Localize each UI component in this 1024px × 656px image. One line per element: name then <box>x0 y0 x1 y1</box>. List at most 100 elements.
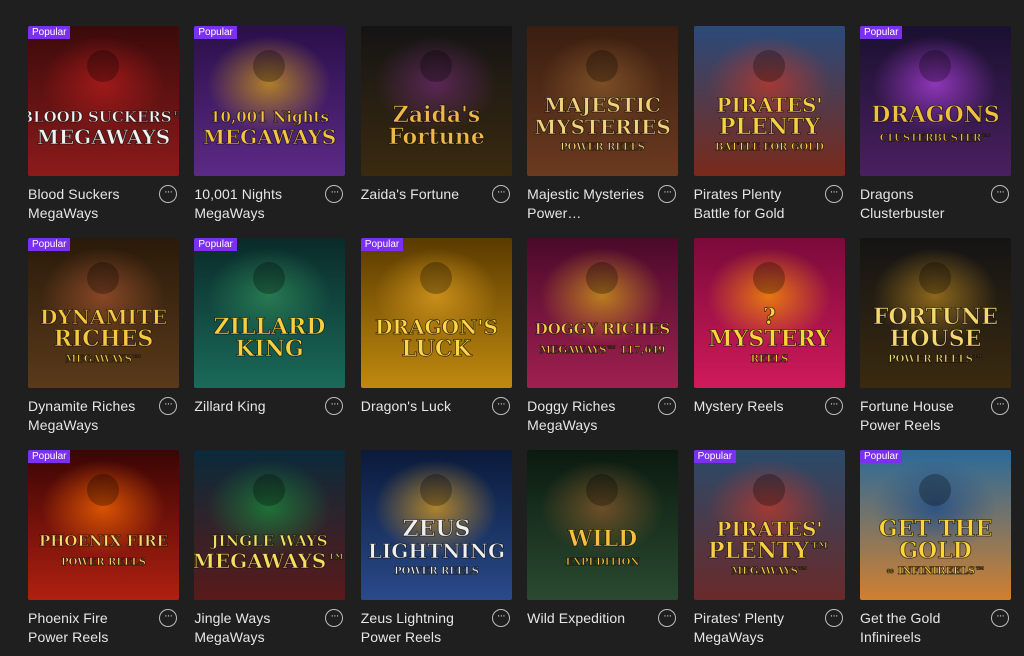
game-thumbnail[interactable]: BLOOD SUCKERS™ MEGAWAYS Popular <box>28 26 179 176</box>
logo-text: DRAGONS <box>871 102 999 128</box>
game-title[interactable]: Pirates' Plenty MegaWays <box>694 609 814 647</box>
game-card[interactable]: MAJESTIC MYSTERIES POWER REELS Majestic Mys… <box>527 26 679 238</box>
game-artwork: PIRATES'PLENTYBATTLE FOR GOLD <box>693 26 845 176</box>
game-title[interactable]: Zeus Lightning Power Reels <box>361 609 481 647</box>
game-title[interactable]: Majestic Mysteries Power… <box>527 185 647 223</box>
more-options-icon[interactable]: ··· <box>491 185 510 203</box>
game-thumbnail[interactable]: ZILLARD KING Popular <box>194 238 346 388</box>
more-options-icon[interactable]: ··· <box>325 609 344 627</box>
logo-text: EXPEDITION <box>566 557 640 568</box>
game-card[interactable]: GET THE GOLD ∞ INFINIREELS™ Popular Get the … <box>859 450 1011 656</box>
game-title[interactable]: Dragons Clusterbuster <box>860 185 980 223</box>
game-thumbnail[interactable]: DOGGY RICHES MEGAWAYS™ 117,649 <box>527 238 679 388</box>
more-options-icon[interactable]: ··· <box>824 185 843 203</box>
logo-text: BATTLE FOR GOLD <box>715 142 824 153</box>
game-thumbnail[interactable]: WILD EXPEDITION <box>527 450 679 600</box>
game-title[interactable]: Get the Gold Infinireels <box>860 609 980 647</box>
game-thumbnail[interactable]: FORTUNE HOUSE POWER REELS™ <box>859 238 1011 388</box>
game-thumbnail[interactable]: DRAGONS CLUSTERBUSTER™ Popular <box>859 26 1011 176</box>
logo-text: MEGAWAYS <box>203 125 336 149</box>
game-card[interactable]: ZEUS LIGHTNING POWER REELS Zeus Lightning P… <box>360 450 512 656</box>
game-title[interactable]: Dragon's Luck <box>361 397 481 416</box>
game-card[interactable]: DYNAMITE RICHES MEGAWAYS™ Popular Dynamite R… <box>28 238 179 450</box>
more-options-icon[interactable]: ··· <box>159 185 177 203</box>
logo-text: DOGGY RICHES <box>535 320 670 338</box>
artwork-character <box>419 262 452 294</box>
logo-text: GOLD <box>899 538 972 564</box>
game-card[interactable]: DRAGONS CLUSTERBUSTER™ Popular Dragons Clus… <box>859 26 1011 238</box>
logo-text: MYSTERIES <box>534 115 671 139</box>
game-title[interactable]: Doggy Riches MegaWays <box>527 397 647 435</box>
artwork-character <box>419 50 452 82</box>
game-card[interactable]: BLOOD SUCKERS™ MEGAWAYS Popular Blood Sucke… <box>28 26 179 238</box>
game-card[interactable]: DOGGY RICHES MEGAWAYS™ 117,649 Doggy Riche… <box>527 238 679 450</box>
logo-text: MEGAWAYS™ <box>65 354 142 365</box>
more-options-icon[interactable]: ··· <box>159 397 177 415</box>
logo-text: MEGAWAYS™ 117,649 <box>540 345 665 356</box>
game-card[interactable]: PHOENIX FIRE POWER REELS Popular Phoenix Fi… <box>28 450 179 656</box>
game-thumbnail[interactable]: PIRATES' PLENTY BATTLE FOR GOLD <box>693 26 845 176</box>
more-options-icon[interactable]: ··· <box>824 397 843 415</box>
logo-text: POWER REELS™ <box>888 354 983 365</box>
more-options-icon[interactable]: ··· <box>325 397 344 415</box>
game-artwork: JINGLE WAYSMEGAWAYS™ <box>194 450 346 600</box>
more-options-icon[interactable]: ··· <box>491 397 510 415</box>
game-thumbnail[interactable]: MAJESTIC MYSTERIES POWER REELS <box>527 26 679 176</box>
game-title[interactable]: Dynamite Riches MegaWays <box>28 397 148 435</box>
artwork-character <box>87 262 119 294</box>
game-thumbnail[interactable]: PIRATES' PLENTY™ MEGAWAYS™ Popular <box>693 450 845 600</box>
game-card[interactable]: 10,001 Nights MEGAWAYS Popular 10,001 Night… <box>194 26 346 238</box>
game-title[interactable]: 10,001 Nights MegaWays <box>194 185 314 223</box>
game-title[interactable]: Zillard King <box>194 397 314 416</box>
popular-badge: Popular <box>360 238 404 251</box>
game-title[interactable]: Fortune House Power Reels <box>860 397 980 435</box>
game-artwork: DOGGY RICHES MEGAWAYS™ 117,649 <box>527 238 679 388</box>
game-title[interactable]: Zaida's Fortune <box>361 185 481 204</box>
logo-text: MEGAWAYS™ <box>194 549 345 573</box>
game-title[interactable]: Wild Expedition <box>527 609 647 628</box>
more-options-icon[interactable]: ··· <box>990 397 1009 415</box>
game-thumbnail[interactable]: PHOENIX FIRE POWER REELS Popular <box>28 450 179 600</box>
game-title[interactable]: Jingle Ways MegaWays <box>194 609 314 647</box>
game-card[interactable]: PIRATES' PLENTY BATTLE FOR GOLD Pirates Ple… <box>693 26 845 238</box>
game-title[interactable]: Mystery Reels <box>694 397 814 416</box>
game-thumbnail[interactable]: ? MYSTERY REELS <box>693 238 845 388</box>
more-options-icon[interactable]: ··· <box>658 185 677 203</box>
more-options-icon[interactable]: ··· <box>159 609 177 627</box>
game-card[interactable]: DRAGON'S LUCK Popular Dragon's Luck ··· <box>360 238 512 450</box>
game-thumbnail[interactable]: Zaida's Fortune <box>360 26 512 176</box>
game-thumbnail[interactable]: JINGLE WAYS MEGAWAYS™ <box>194 450 346 600</box>
game-card[interactable]: FORTUNE HOUSE POWER REELS™ Fortune House Po… <box>859 238 1011 450</box>
game-card[interactable]: PIRATES' PLENTY™ MEGAWAYS™ Popular Pirates' … <box>693 450 845 656</box>
more-options-icon[interactable]: ··· <box>325 185 344 203</box>
game-thumbnail[interactable]: ZEUS LIGHTNING POWER REELS <box>360 450 512 600</box>
game-artwork: DRAGONS CLUSTERBUSTER™ <box>859 26 1011 176</box>
game-title[interactable]: Pirates Plenty Battle for Gold <box>694 185 814 223</box>
game-title[interactable]: Phoenix Fire Power Reels <box>28 609 148 647</box>
more-options-icon[interactable]: ··· <box>990 185 1009 203</box>
artwork-character <box>586 50 619 82</box>
more-options-icon[interactable]: ··· <box>658 397 677 415</box>
game-card[interactable]: ? MYSTERY REELS Mystery Reels ··· <box>693 238 845 450</box>
artwork-character <box>752 262 785 294</box>
popular-badge: Popular <box>28 26 71 39</box>
more-options-icon[interactable]: ··· <box>491 609 510 627</box>
artwork-character <box>586 262 619 294</box>
popular-badge: Popular <box>859 450 903 463</box>
more-options-icon[interactable]: ··· <box>990 609 1009 627</box>
game-thumbnail[interactable]: 10,001 Nights MEGAWAYS Popular <box>194 26 346 176</box>
game-card[interactable]: JINGLE WAYS MEGAWAYS™ Jingle Ways MegaWays… <box>194 450 346 656</box>
more-options-icon[interactable]: ··· <box>824 609 843 627</box>
game-thumbnail[interactable]: DYNAMITE RICHES MEGAWAYS™ Popular <box>28 238 179 388</box>
more-options-icon[interactable]: ··· <box>658 609 677 627</box>
game-title[interactable]: Blood Suckers MegaWays <box>28 185 148 223</box>
game-card[interactable]: WILD EXPEDITION Wild Expedition ··· <box>527 450 679 656</box>
game-card[interactable]: Zaida's Fortune Zaida's Fortune ··· <box>360 26 512 238</box>
game-thumbnail[interactable]: DRAGON'S LUCK Popular <box>360 238 512 388</box>
game-artwork: DYNAMITERICHESMEGAWAYS™ <box>28 238 179 388</box>
logo-text: WILD <box>567 526 638 552</box>
popular-badge: Popular <box>693 450 737 463</box>
game-thumbnail[interactable]: GET THE GOLD ∞ INFINIREELS™ Popular <box>859 450 1011 600</box>
game-card[interactable]: ZILLARD KING Popular Zillard King ··· <box>194 238 346 450</box>
logo-text: HOUSE <box>890 326 982 352</box>
